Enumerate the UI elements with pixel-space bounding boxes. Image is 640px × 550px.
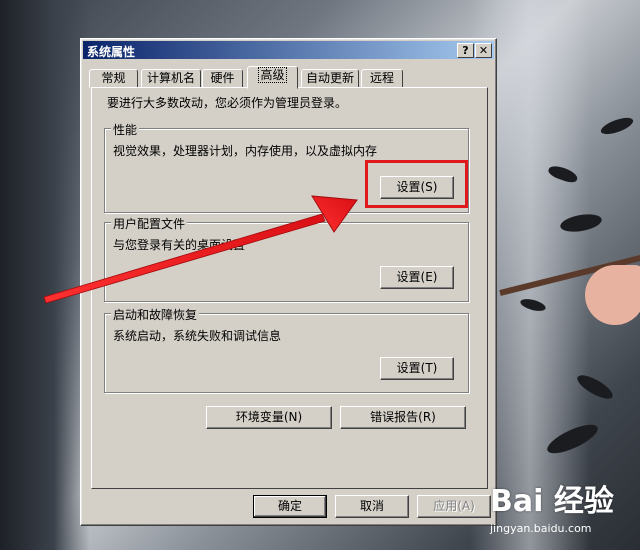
user-profiles-settings-button[interactable]: 设置(E)	[380, 266, 454, 289]
tab-hardware[interactable]: 硬件	[202, 69, 243, 88]
close-button[interactable]: ✕	[475, 43, 492, 58]
tab-computer-name[interactable]: 计算机名	[141, 69, 201, 88]
tab-remote[interactable]: 远程	[361, 69, 403, 88]
performance-label: 性能	[111, 121, 140, 138]
environment-variables-button[interactable]: 环境变量(N)	[206, 406, 332, 429]
background-bird	[598, 114, 636, 138]
tab-advanced[interactable]: 高级	[247, 66, 298, 89]
startup-recovery-group: 启动和故障恢复 系统启动，系统失败和调试信息 设置(T)	[104, 306, 469, 393]
user-profiles-description: 与您登录有关的桌面设置	[113, 238, 246, 252]
baidu-logo: Bai 经验	[490, 484, 614, 519]
watermark-url: jingyan.baidu.com	[490, 522, 592, 535]
advanced-tab-panel: 要进行大多数改动，您必须作为管理员登录。 性能 视觉效果，处理器计划，内存使用，…	[91, 87, 488, 489]
error-reporting-button[interactable]: 错误报告(R)	[340, 406, 466, 429]
user-profiles-group: 用户配置文件 与您登录有关的桌面设置 设置(E)	[104, 215, 469, 302]
tab-automatic-updates[interactable]: 自动更新	[301, 69, 359, 88]
tab-general[interactable]: 常规	[89, 69, 138, 88]
startup-recovery-description: 系统启动，系统失败和调试信息	[113, 329, 282, 343]
help-button[interactable]: ?	[457, 43, 474, 58]
title-bar[interactable]: 系统属性 ? ✕	[83, 41, 494, 59]
highlight-box	[365, 160, 468, 208]
background-hand	[585, 265, 640, 325]
ok-button[interactable]: 确定	[253, 495, 327, 518]
apply-button[interactable]: 应用(A)	[417, 495, 491, 518]
startup-recovery-settings-button[interactable]: 设置(T)	[380, 357, 454, 380]
admin-note: 要进行大多数改动，您必须作为管理员登录。	[107, 96, 348, 110]
system-properties-dialog: 系统属性 ? ✕ 常规 计算机名 硬件 高级 自动更新 远程 要进行大多数改动，…	[80, 38, 497, 526]
background-dark-region	[0, 0, 90, 550]
user-profiles-label: 用户配置文件	[111, 215, 188, 232]
startup-recovery-label: 启动和故障恢复	[111, 306, 200, 323]
cancel-button[interactable]: 取消	[335, 495, 409, 518]
window-title: 系统属性	[87, 45, 136, 59]
performance-description: 视觉效果，处理器计划，内存使用，以及虚拟内存	[113, 144, 378, 158]
baidu-watermark: Bai 经验 jingyan.baidu.com	[490, 476, 640, 546]
